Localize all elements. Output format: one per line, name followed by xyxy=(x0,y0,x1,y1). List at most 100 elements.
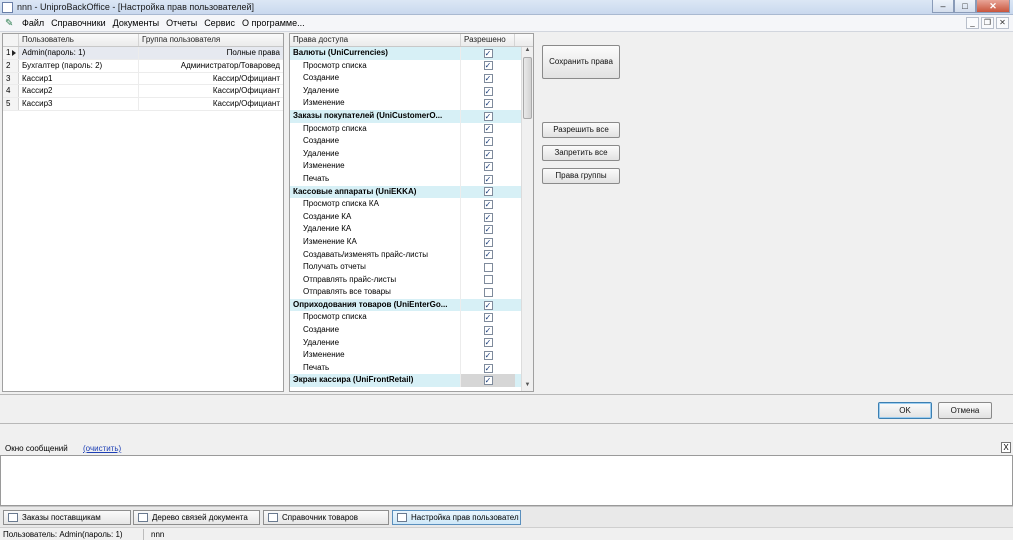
rights-row[interactable]: Создание ✓ xyxy=(290,72,533,85)
table-row[interactable]: 2 Бухгалтер (пароль: 2) Администратор/То… xyxy=(3,59,283,73)
rights-row[interactable]: Печать ✓ xyxy=(290,172,533,186)
checkbox-checked-icon[interactable]: ✓ xyxy=(483,162,493,172)
rights-group-row[interactable]: Оприходования товаров (UniEnterGo... ✓ xyxy=(290,298,533,312)
table-row[interactable]: 3 Кассир1 Кассир/Официант xyxy=(3,72,283,86)
rights-row[interactable]: Просмотр списка ✓ xyxy=(290,59,533,73)
mdi-close-icon[interactable]: ✕ xyxy=(996,17,1009,29)
app-menu-icon[interactable]: ✎ xyxy=(5,18,17,29)
allowed-column-header[interactable]: Разрешено xyxy=(461,34,515,46)
menu-documents[interactable]: Документы xyxy=(111,18,164,28)
checkbox-checked-icon[interactable]: ✓ xyxy=(483,73,493,83)
rights-row[interactable]: Удаление ✓ xyxy=(290,147,533,161)
rights-group-row[interactable]: Экран кассира (UniFrontRetail) ✓ xyxy=(290,374,533,388)
rights-row[interactable]: Печать ✓ xyxy=(290,361,533,375)
checkbox-checked-icon[interactable]: ✓ xyxy=(483,325,493,335)
scroll-up-icon[interactable]: ▲ xyxy=(522,47,533,57)
checkbox-checked-icon[interactable]: ✓ xyxy=(483,300,493,310)
checkbox-checked-icon[interactable]: ✓ xyxy=(483,86,493,96)
checkbox-checked-icon[interactable]: ✓ xyxy=(483,48,493,58)
checkbox-checked-icon[interactable]: ✓ xyxy=(483,99,493,109)
checkbox-checked-icon[interactable]: ✓ xyxy=(483,351,493,361)
checkbox-checked-icon[interactable]: ✓ xyxy=(483,376,493,386)
clear-messages-link[interactable]: (очистить) xyxy=(83,444,121,453)
allowed-cell: ✓ xyxy=(461,173,515,186)
group-cell: Кассир/Официант xyxy=(212,73,280,83)
messages-close-button[interactable]: X xyxy=(1001,442,1011,453)
mdi-restore-icon[interactable]: ❐ xyxy=(981,17,994,29)
tab-document-tree[interactable]: Дерево связей документа xyxy=(133,510,260,525)
checkbox-checked-icon[interactable]: ✓ xyxy=(483,199,493,209)
menu-references[interactable]: Справочники xyxy=(49,18,111,28)
rights-row[interactable]: Удаление ✓ xyxy=(290,84,533,98)
checkbox-checked-icon[interactable]: ✓ xyxy=(483,250,493,260)
checkbox-checked-icon[interactable]: ✓ xyxy=(483,363,493,373)
right-name: Просмотр списка xyxy=(290,311,461,325)
checkbox-checked-icon[interactable]: ✓ xyxy=(483,149,493,159)
rights-row[interactable]: Удаление КА ✓ xyxy=(290,223,533,236)
cancel-button[interactable]: Отмена xyxy=(938,402,992,419)
allowed-cell: ✓ xyxy=(461,110,515,123)
rights-group-row[interactable]: Заказы покупателей (UniCustomerO... ✓ xyxy=(290,109,533,123)
checkbox-checked-icon[interactable]: ✓ xyxy=(483,187,493,197)
rights-row[interactable]: Удаление ✓ xyxy=(290,336,533,350)
rights-row[interactable]: Изменение ✓ xyxy=(290,97,533,110)
minimize-icon[interactable]: – xyxy=(932,0,954,13)
table-row[interactable]: 1 Admin(пароль: 1) Полные права xyxy=(3,47,283,60)
checkbox-checked-icon[interactable]: ✓ xyxy=(483,124,493,134)
rights-row[interactable]: Получать отчеты xyxy=(290,261,533,274)
menu-items: Файл Справочники Документы Отчеты Сервис… xyxy=(22,18,310,28)
rights-row[interactable]: Просмотр списка ✓ xyxy=(290,311,533,325)
rights-row[interactable]: Создание ✓ xyxy=(290,135,533,148)
user-column-header[interactable]: Пользователь xyxy=(19,34,139,46)
menu-service[interactable]: Сервис xyxy=(202,18,240,28)
rights-row[interactable]: Изменение ✓ xyxy=(290,160,533,173)
rights-row[interactable]: Просмотр списка ✓ xyxy=(290,122,533,136)
tab-supplier-orders[interactable]: Заказы поставщикам xyxy=(3,510,131,525)
checkbox-checked-icon[interactable]: ✓ xyxy=(483,174,493,184)
rights-group-row[interactable]: Валюты (UniCurrencies) ✓ xyxy=(290,47,533,60)
rights-row[interactable]: Создание КА ✓ xyxy=(290,210,533,224)
checkbox-checked-icon[interactable]: ✓ xyxy=(483,313,493,323)
rights-row[interactable]: Отправлять прайс-листы xyxy=(290,273,533,287)
messages-area[interactable] xyxy=(0,455,1013,506)
scrollbar-thumb[interactable] xyxy=(523,57,532,119)
checkbox-checked-icon[interactable]: ✓ xyxy=(483,111,493,121)
menu-reports[interactable]: Отчеты xyxy=(164,18,202,28)
allow-all-button[interactable]: Разрешить все xyxy=(542,122,620,138)
rights-column-header[interactable]: Права доступа xyxy=(290,34,461,46)
tab-products[interactable]: Справочник товаров xyxy=(263,510,389,525)
maximize-icon[interactable]: □ xyxy=(954,0,976,13)
checkbox-checked-icon[interactable]: ✓ xyxy=(483,338,493,348)
mdi-controls: _ ❐ ✕ xyxy=(964,17,1009,29)
rights-row[interactable]: Создавать/изменять прайс-листы ✓ xyxy=(290,248,533,262)
checkbox-unchecked-icon[interactable] xyxy=(483,288,493,298)
table-row[interactable]: 5 Кассир3 Кассир/Официант xyxy=(3,98,283,111)
menu-about[interactable]: О программе... xyxy=(240,18,310,28)
tab-user-rights[interactable]: Настройка прав пользовател xyxy=(392,510,521,525)
checkbox-checked-icon[interactable]: ✓ xyxy=(483,61,493,71)
ok-button[interactable]: OK xyxy=(878,402,932,419)
mdi-minimize-icon[interactable]: _ xyxy=(966,17,979,29)
rights-row[interactable]: Просмотр списка КА ✓ xyxy=(290,198,533,211)
checkbox-unchecked-icon[interactable] xyxy=(483,275,493,285)
rights-row[interactable]: Создание ✓ xyxy=(290,324,533,337)
scroll-down-icon[interactable]: ▼ xyxy=(522,382,533,391)
rights-scrollbar[interactable]: ▲ ▼ xyxy=(521,47,533,391)
right-name: Просмотр списка КА xyxy=(290,198,461,211)
save-rights-button[interactable]: Сохранить права xyxy=(542,45,620,79)
checkbox-checked-icon[interactable]: ✓ xyxy=(483,212,493,222)
rights-group-row[interactable]: Кассовые аппараты (UniEKKA) ✓ xyxy=(290,185,533,199)
group-rights-button[interactable]: Права группы xyxy=(542,168,620,184)
rights-row[interactable]: Отправлять все товары xyxy=(290,286,533,299)
checkbox-checked-icon[interactable]: ✓ xyxy=(483,136,493,146)
close-icon[interactable]: ✕ xyxy=(976,0,1010,13)
rights-row[interactable]: Изменение КА ✓ xyxy=(290,235,533,249)
group-column-header[interactable]: Группа пользователя xyxy=(139,34,283,46)
checkbox-unchecked-icon[interactable] xyxy=(483,262,493,272)
checkbox-checked-icon[interactable]: ✓ xyxy=(483,237,493,247)
checkbox-checked-icon[interactable]: ✓ xyxy=(483,225,493,235)
rights-row[interactable]: Изменение ✓ xyxy=(290,349,533,362)
menu-file[interactable]: Файл xyxy=(22,18,49,28)
table-row[interactable]: 4 Кассир2 Кассир/Официант xyxy=(3,85,283,99)
deny-all-button[interactable]: Запретить все xyxy=(542,145,620,161)
